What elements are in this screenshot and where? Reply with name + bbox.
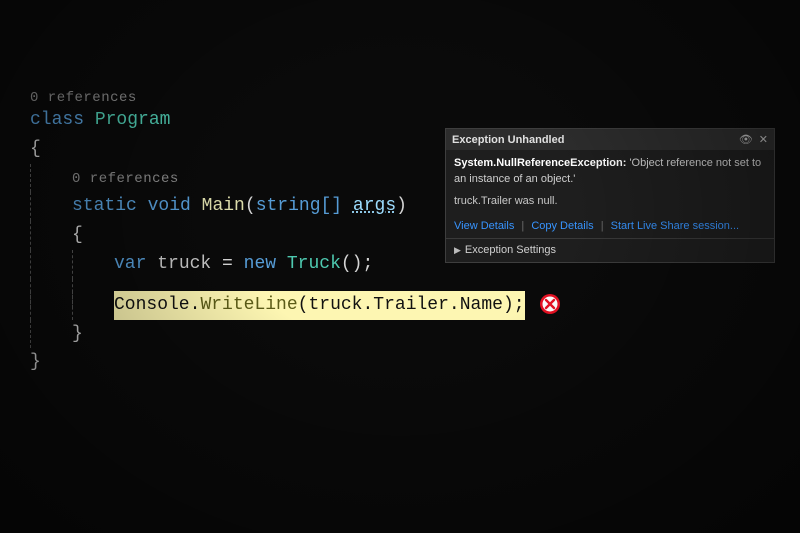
exception-links: View Details | Copy Details | Start Live… — [446, 218, 774, 238]
exception-unhandled-popup[interactable]: Exception Unhandled 👁 ✕ System.NullRefer… — [445, 128, 775, 263]
code-line: } — [30, 320, 800, 349]
exception-title: Exception Unhandled — [452, 134, 564, 146]
start-live-share-link[interactable]: Start Live Share session... — [611, 220, 739, 232]
chevron-right-icon: ▶ — [454, 245, 461, 255]
codelens-references[interactable]: 0 references — [72, 171, 179, 187]
exception-settings-toggle[interactable]: ▶Exception Settings — [446, 238, 774, 262]
error-icon[interactable] — [539, 293, 561, 315]
exception-body: System.NullReferenceException: 'Object r… — [446, 150, 774, 218]
close-icon[interactable]: ✕ — [759, 133, 768, 146]
blank-line — [30, 279, 800, 291]
codelens-references[interactable]: 0 references — [30, 90, 800, 106]
copy-details-link[interactable]: Copy Details — [531, 220, 593, 232]
exception-type: System.NullReferenceException: — [454, 157, 626, 169]
highlighted-error-line[interactable]: Console.WriteLine(truck.Trailer.Name); — [114, 291, 525, 320]
exception-line: Console.WriteLine(truck.Trailer.Name); — [30, 291, 800, 320]
exception-popup-header[interactable]: Exception Unhandled 👁 ✕ — [446, 129, 774, 150]
code-line: } — [30, 348, 800, 377]
pin-icon[interactable]: 👁 — [739, 133, 753, 146]
exception-detail: truck.Trailer was null. — [454, 194, 766, 210]
view-details-link[interactable]: View Details — [454, 220, 514, 232]
